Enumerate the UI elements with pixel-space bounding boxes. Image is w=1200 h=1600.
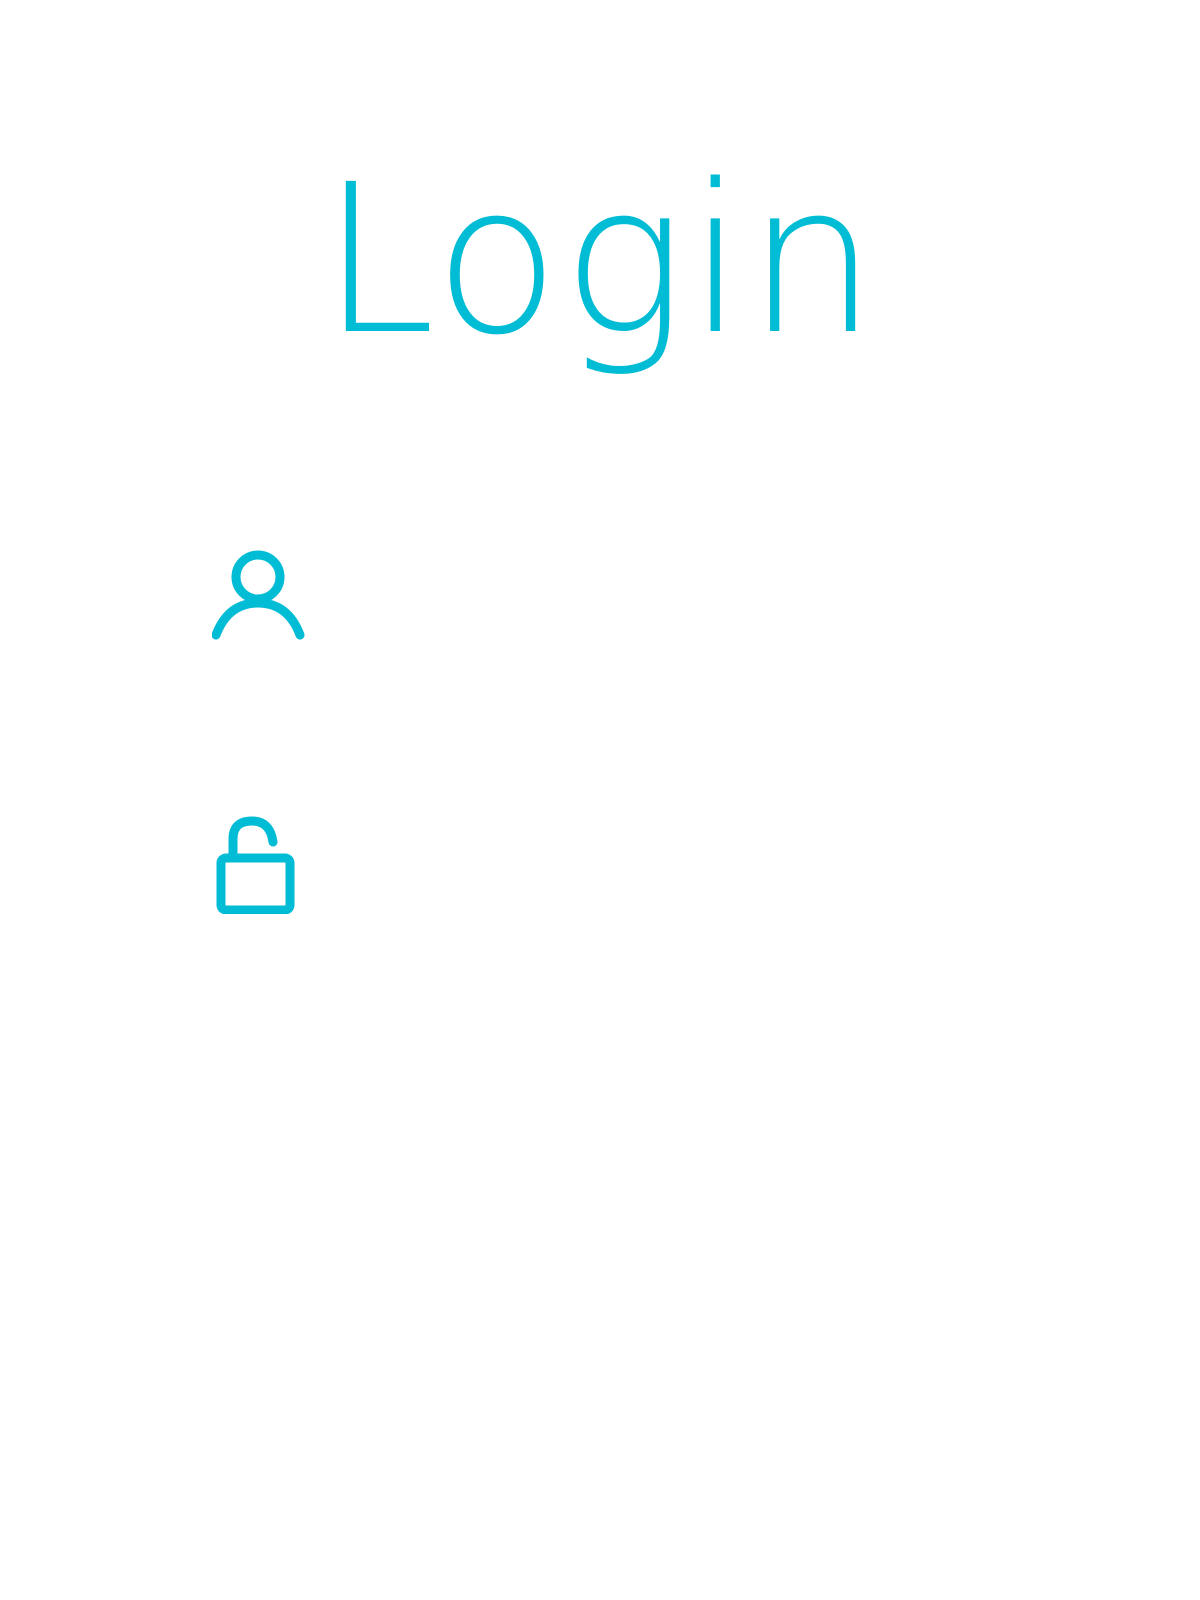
username-field[interactable] (212, 547, 992, 647)
page-title: Login (320, 140, 880, 380)
user-icon (212, 547, 312, 647)
password-input[interactable] (352, 833, 992, 895)
unlocked-padlock-icon (212, 814, 312, 914)
login-screen: Login (0, 0, 1200, 1600)
username-input[interactable] (352, 566, 992, 628)
password-field[interactable] (212, 814, 992, 914)
